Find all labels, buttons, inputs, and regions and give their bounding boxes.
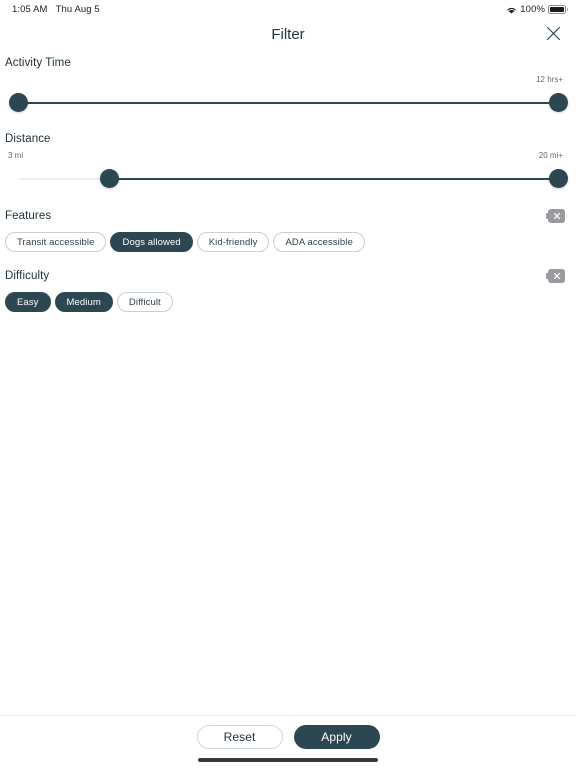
distance-slider[interactable] [5, 166, 571, 192]
status-bar: 1:05 AM Thu Aug 5 100% [0, 0, 576, 18]
page-title: Filter [271, 26, 305, 43]
distance-slider-range [109, 178, 558, 180]
chip-dogs-allowed[interactable]: Dogs allowed [110, 232, 193, 252]
section-difficulty: Difficulty Easy Medium Difficult [0, 264, 576, 312]
distance-slider-thumb-min[interactable] [100, 168, 120, 188]
battery-percent-label: 100% [520, 3, 545, 15]
section-features: Features Transit accessible Dogs allowed K… [0, 204, 576, 252]
section-activity-time: Activity Time 12 hrs+ [0, 51, 576, 116]
activity-time-title: Activity Time [5, 57, 71, 69]
chip-medium[interactable]: Medium [54, 292, 113, 312]
activity-time-head: Activity Time [5, 51, 571, 75]
status-bar-right: 100% [506, 3, 568, 15]
filter-content: Activity Time 12 hrs+ Distance 3 mi 20 m… [0, 51, 576, 312]
activity-time-slider-thumb-max[interactable] [548, 92, 568, 112]
features-title: Features [5, 210, 52, 222]
status-bar-left: 1:05 AM Thu Aug 5 [12, 4, 100, 15]
distance-slider-thumb-max[interactable] [548, 168, 568, 188]
chip-transit-accessible[interactable]: Transit accessible [5, 232, 107, 252]
distance-min-label: 3 mi [8, 151, 24, 160]
header: Filter [0, 18, 576, 51]
activity-time-slider-block: 12 hrs+ [5, 75, 571, 116]
distance-slider-block: 3 mi 20 mi+ [5, 151, 571, 192]
chip-easy[interactable]: Easy [5, 292, 51, 312]
difficulty-title: Difficulty [5, 270, 50, 282]
spacer-features-difficulty [0, 252, 576, 264]
filter-screen: 1:05 AM Thu Aug 5 100% Filter Activity T… [0, 0, 576, 768]
distance-head: Distance [5, 127, 571, 151]
chip-difficult[interactable]: Difficult [116, 292, 173, 312]
status-date: Thu Aug 5 [55, 3, 100, 15]
distance-slider-labels: 3 mi 20 mi+ [5, 151, 571, 165]
apply-button[interactable]: Apply [293, 725, 380, 749]
difficulty-chip-row: Easy Medium Difficult [5, 288, 571, 312]
battery-icon [548, 4, 568, 14]
close-button[interactable] [536, 18, 570, 52]
features-clear-icon[interactable] [545, 209, 565, 223]
difficulty-clear-icon[interactable] [545, 269, 565, 283]
footer-action-bar: Reset Apply [0, 715, 576, 768]
distance-title: Distance [5, 133, 51, 145]
difficulty-head: Difficulty [5, 264, 571, 288]
spacer-activity-distance [0, 116, 576, 127]
chip-kid-friendly[interactable]: Kid-friendly [196, 232, 270, 252]
features-chip-row: Transit accessible Dogs allowed Kid-friend… [5, 228, 571, 252]
chip-ada-accessible[interactable]: ADA accessible [273, 232, 365, 252]
status-time: 1:05 AM [12, 3, 48, 15]
features-head: Features [5, 204, 571, 228]
home-indicator [198, 758, 378, 762]
wifi-icon [506, 6, 517, 15]
battery-fill [550, 6, 564, 12]
reset-button[interactable]: Reset [196, 725, 283, 749]
spacer-distance-features [0, 192, 576, 204]
activity-time-slider[interactable] [5, 90, 571, 116]
distance-max-label: 20 mi+ [538, 151, 563, 160]
section-distance: Distance 3 mi 20 mi+ [0, 127, 576, 192]
activity-time-slider-range [18, 102, 558, 104]
activity-time-slider-thumb-min[interactable] [8, 92, 28, 112]
activity-time-slider-labels: 12 hrs+ [5, 75, 571, 89]
close-icon [546, 26, 561, 44]
activity-time-max-label: 12 hrs+ [536, 75, 563, 84]
